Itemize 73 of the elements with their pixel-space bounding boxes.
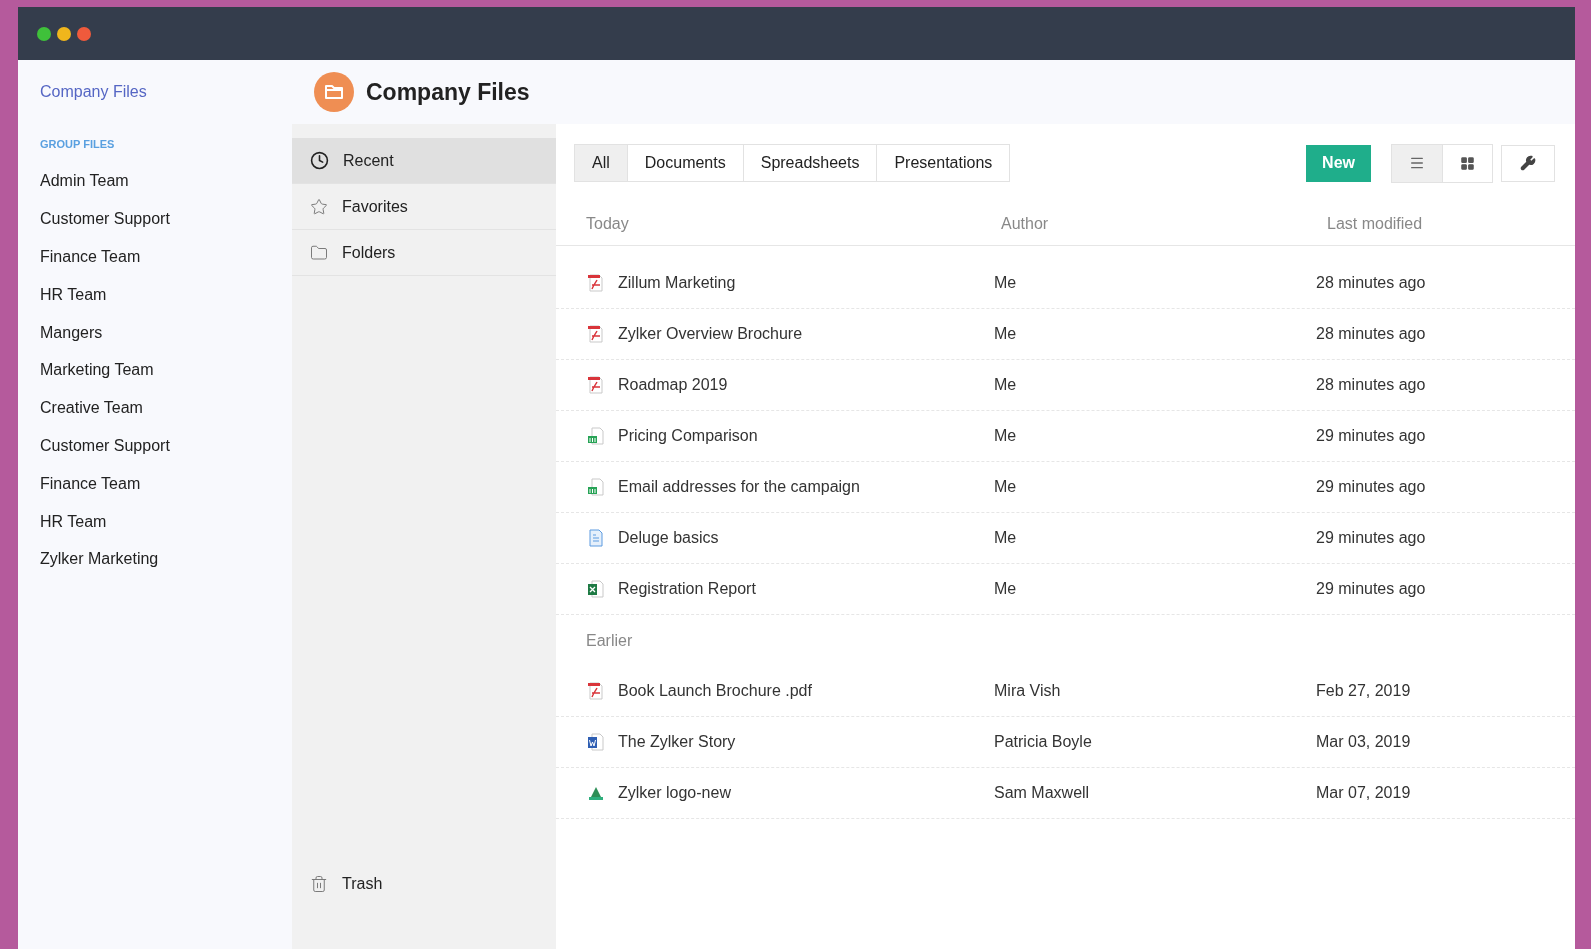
window-control[interactable] <box>57 26 71 41</box>
file-name[interactable]: Pricing Comparison <box>618 424 758 448</box>
clock-icon <box>310 151 329 170</box>
word-file-icon <box>586 732 606 752</box>
pdf-file-icon <box>586 375 606 395</box>
author-cell-text: Me <box>994 426 1018 446</box>
file-name[interactable]: The Zylker Story <box>618 730 736 754</box>
file-name[interactable]: Book Launch Brochure .pdf <box>618 679 812 703</box>
sidebar-item[interactable]: Customer Support <box>40 427 292 465</box>
file-name[interactable]: Email addresses for the campaign <box>618 475 860 499</box>
modified-cell-text: 28 minutes ago <box>1316 375 1426 395</box>
file-name[interactable]: Zylker logo-new <box>618 781 731 805</box>
sidebar-item[interactable]: Finance Team <box>40 464 292 503</box>
wrench-icon <box>1520 155 1536 171</box>
modified-cell-text: Mar 03, 2019 <box>1316 732 1411 752</box>
sidebar-item[interactable]: Creative Team <box>40 389 292 428</box>
modified-cell-text: Mar 07, 2019 <box>1316 783 1411 803</box>
spreadsheet-file-icon <box>586 426 606 446</box>
modified-cell-text: 29 minutes ago <box>1316 426 1426 446</box>
column-header: Last modified <box>1327 213 1423 234</box>
spreadsheet-file-icon <box>586 579 606 599</box>
list-icon <box>1409 155 1425 171</box>
column-header: Author <box>1001 213 1050 234</box>
folder-icon <box>314 72 354 112</box>
author-cell-text: Me <box>994 579 1018 599</box>
sidebar-item[interactable]: HR Team <box>40 502 292 541</box>
author-cell-text: Me <box>994 324 1018 344</box>
modified-cell-text: 28 minutes ago <box>1316 273 1426 293</box>
modified-cell-text: 28 minutes ago <box>1316 324 1426 344</box>
grid-icon <box>1460 155 1475 171</box>
sidebar-item[interactable]: Finance Team <box>40 238 292 276</box>
document-file-icon <box>586 528 606 548</box>
star-icon <box>310 197 328 216</box>
modified-cell-text: 29 minutes ago <box>1316 579 1426 599</box>
window-control[interactable] <box>77 26 91 41</box>
file-name[interactable]: Deluge basics <box>618 526 719 550</box>
filter-tab[interactable]: All <box>575 145 627 181</box>
pdf-file-icon <box>586 273 606 293</box>
author-cell-text: Sam Maxwell <box>994 783 1091 803</box>
page-title: Company Files <box>366 77 530 107</box>
list-view-button[interactable] <box>1392 144 1442 182</box>
author-cell-text: Me <box>994 273 1018 293</box>
modified-cell-text: 29 minutes ago <box>1316 528 1426 548</box>
section-label: GROUP FILES <box>40 137 116 152</box>
author-cell-text: Me <box>994 477 1018 497</box>
file-name[interactable]: Roadmap 2019 <box>618 373 728 397</box>
file-name[interactable]: Registration Report <box>618 577 756 601</box>
folder-icon <box>310 243 328 262</box>
sidebar-item[interactable]: Zylker Marketing <box>40 540 292 579</box>
window-control[interactable] <box>37 26 51 41</box>
author-cell-text: Me <box>994 375 1018 395</box>
sidebar-title[interactable]: Company Files <box>40 80 292 116</box>
author-cell-text: Mira Vish <box>994 681 1062 701</box>
column-header: Today <box>586 213 630 234</box>
modified-cell-text: 29 minutes ago <box>1316 477 1426 497</box>
author-cell-text: Patricia Boyle <box>994 732 1093 752</box>
author-cell-text: Me <box>994 528 1018 548</box>
file-name[interactable]: Zillum Marketing <box>618 271 736 295</box>
sidebar-item[interactable]: Admin Team <box>40 162 292 201</box>
file-name[interactable]: Zylker Overview Brochure <box>618 322 803 346</box>
nav-item[interactable]: Recent <box>292 138 556 184</box>
modified-cell-text: Feb 27, 2019 <box>1316 681 1411 701</box>
sidebar-item[interactable]: Customer Support <box>40 200 292 239</box>
sidebar-item[interactable]: HR Team <box>40 275 292 314</box>
sidebar-item[interactable]: Mangers <box>40 313 292 352</box>
trash-item[interactable]: Trash <box>292 861 556 907</box>
pdf-file-icon <box>586 324 606 344</box>
trash-icon <box>310 875 328 893</box>
pdf-file-icon <box>586 681 606 701</box>
spreadsheet-file-icon <box>586 477 606 497</box>
settings-button[interactable] <box>1501 144 1555 182</box>
section-heading: Earlier <box>586 630 633 651</box>
sidebar-item[interactable]: Marketing Team <box>40 351 292 390</box>
